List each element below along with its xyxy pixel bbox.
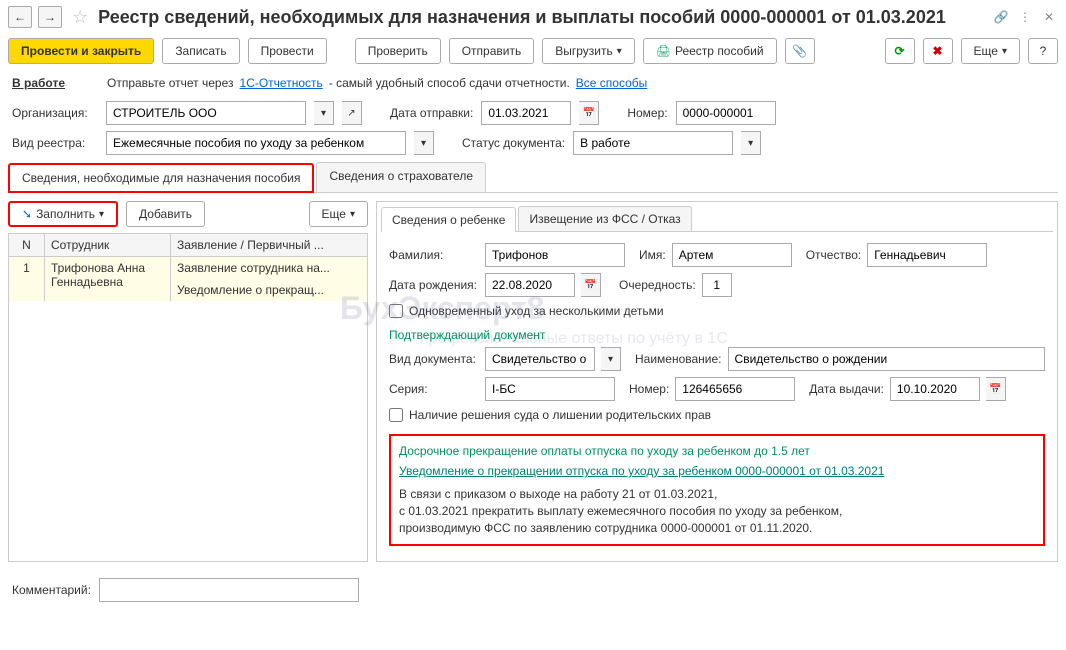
printer-icon: 🖨: [656, 44, 671, 58]
number-label: Номер:: [627, 106, 667, 120]
birthdate-picker[interactable]: 📅: [581, 273, 601, 297]
check-button[interactable]: Проверить: [355, 38, 441, 64]
org-label: Организация:: [12, 106, 98, 120]
nav-back-button[interactable]: ←: [8, 6, 32, 28]
doc-status-input[interactable]: [573, 131, 733, 155]
info-text: Отправьте отчет через: [107, 76, 234, 90]
docnum-label: Номер:: [629, 382, 669, 396]
series-input[interactable]: [485, 377, 615, 401]
order-input[interactable]: [702, 273, 732, 297]
left-more-button[interactable]: Еще: [309, 201, 368, 227]
court-decision-label: Наличие решения суда о лишении родительс…: [409, 408, 711, 422]
post-close-button[interactable]: Провести и закрыть: [8, 38, 154, 64]
cancel-button[interactable]: ✖: [923, 38, 953, 64]
doc-name-label: Наименование:: [635, 352, 722, 366]
inner-tab-fss[interactable]: Извещение из ФСС / Отказ: [518, 206, 691, 231]
more-button[interactable]: Еще: [961, 38, 1020, 64]
refresh-icon: ⟳: [895, 44, 905, 58]
issue-date-input[interactable]: [890, 377, 980, 401]
close-icon[interactable]: ✕: [1040, 8, 1058, 26]
status-link[interactable]: В работе: [12, 76, 65, 90]
date-picker[interactable]: 📅: [579, 101, 599, 125]
fill-button[interactable]: ➘Заполнить▾: [8, 201, 118, 227]
court-decision-checkbox[interactable]: [389, 408, 403, 422]
lastname-input[interactable]: [485, 243, 625, 267]
star-icon[interactable]: ☆: [72, 7, 88, 28]
early-term-text: В связи с приказом о выходе на работу 21…: [399, 486, 1035, 536]
employees-table: N Сотрудник Заявление / Первичный ... 1 …: [8, 233, 368, 562]
nav-forward-button[interactable]: →: [38, 6, 62, 28]
row-doc1: Заявление сотрудника на...: [177, 261, 361, 275]
registry-button[interactable]: 🖨Реестр пособий: [643, 38, 777, 64]
fill-icon: ➘: [22, 207, 32, 221]
docnum-input[interactable]: [675, 377, 795, 401]
doc-type-label: Вид документа:: [389, 352, 479, 366]
cancel-icon: ✖: [933, 44, 943, 58]
col-employee[interactable]: Сотрудник: [45, 234, 171, 256]
early-term-title: Досрочное прекращение оплаты отпуска по …: [399, 444, 1035, 458]
org-dropdown[interactable]: ▾: [314, 101, 334, 125]
registry-type-label: Вид реестра:: [12, 136, 98, 150]
row-employee: Трифонова Анна Геннадьевна: [45, 257, 171, 301]
doc-type-dropdown[interactable]: ▾: [601, 347, 621, 371]
link-icon[interactable]: 🔗: [992, 8, 1010, 26]
page-title: Реестр сведений, необходимых для назначе…: [98, 7, 986, 28]
save-button[interactable]: Записать: [162, 38, 239, 64]
number-input[interactable]: [676, 101, 776, 125]
doc-status-dropdown[interactable]: ▾: [741, 131, 761, 155]
row-doc2: Уведомление о прекращ...: [177, 283, 361, 297]
early-termination-box: Досрочное прекращение оплаты отпуска по …: [389, 434, 1045, 546]
doc-name-input[interactable]: [728, 347, 1045, 371]
confirm-doc-title: Подтверждающий документ: [381, 322, 1053, 344]
comment-input[interactable]: [99, 578, 359, 602]
tab-insurer[interactable]: Сведения о страхователе: [316, 162, 486, 192]
export-button[interactable]: Выгрузить: [542, 38, 635, 64]
send-button[interactable]: Отправить: [449, 38, 535, 64]
birthdate-input[interactable]: [485, 273, 575, 297]
simultaneous-checkbox[interactable]: [389, 304, 403, 318]
col-document[interactable]: Заявление / Первичный ...: [171, 234, 367, 256]
order-label: Очередность:: [619, 278, 696, 292]
comment-label: Комментарий:: [12, 583, 91, 597]
info-text2: - самый удобный способ сдачи отчетности.: [329, 76, 570, 90]
kebab-icon[interactable]: ⋮: [1016, 8, 1034, 26]
table-row[interactable]: 1 Трифонова Анна Геннадьевна Заявление с…: [9, 257, 367, 301]
registry-type-dropdown[interactable]: ▾: [414, 131, 434, 155]
add-button[interactable]: Добавить: [126, 201, 205, 227]
registry-type-input[interactable]: [106, 131, 406, 155]
col-n[interactable]: N: [9, 234, 45, 256]
inner-tab-child[interactable]: Сведения о ребенке: [381, 207, 516, 232]
post-button[interactable]: Провести: [248, 38, 327, 64]
patronymic-input[interactable]: [867, 243, 987, 267]
firstname-input[interactable]: [672, 243, 792, 267]
issue-date-picker[interactable]: 📅: [986, 377, 1006, 401]
org-open[interactable]: ↗: [342, 101, 362, 125]
patronymic-label: Отчество:: [806, 248, 862, 262]
firstname-label: Имя:: [639, 248, 666, 262]
reporting-link[interactable]: 1С-Отчетность: [240, 76, 323, 90]
help-icon: ?: [1040, 44, 1047, 58]
doc-status-label: Статус документа:: [462, 136, 565, 150]
birthdate-label: Дата рождения:: [389, 278, 479, 292]
attach-button[interactable]: 📎: [785, 38, 815, 64]
send-date-input[interactable]: [481, 101, 571, 125]
send-date-label: Дата отправки:: [390, 106, 473, 120]
all-methods-link[interactable]: Все способы: [576, 76, 648, 90]
early-term-link[interactable]: Уведомление о прекращении отпуска по ухо…: [399, 464, 1035, 478]
row-num: 1: [9, 257, 45, 301]
doc-type-input[interactable]: [485, 347, 595, 371]
paperclip-icon: 📎: [792, 44, 807, 58]
help-button[interactable]: ?: [1028, 38, 1058, 64]
lastname-label: Фамилия:: [389, 248, 479, 262]
refresh-button[interactable]: ⟳: [885, 38, 915, 64]
issue-date-label: Дата выдачи:: [809, 382, 884, 396]
org-input[interactable]: [106, 101, 306, 125]
series-label: Серия:: [389, 382, 479, 396]
tab-details[interactable]: Сведения, необходимые для назначения пос…: [8, 163, 314, 193]
simultaneous-label: Одновременный уход за несколькими детьми: [409, 304, 664, 318]
